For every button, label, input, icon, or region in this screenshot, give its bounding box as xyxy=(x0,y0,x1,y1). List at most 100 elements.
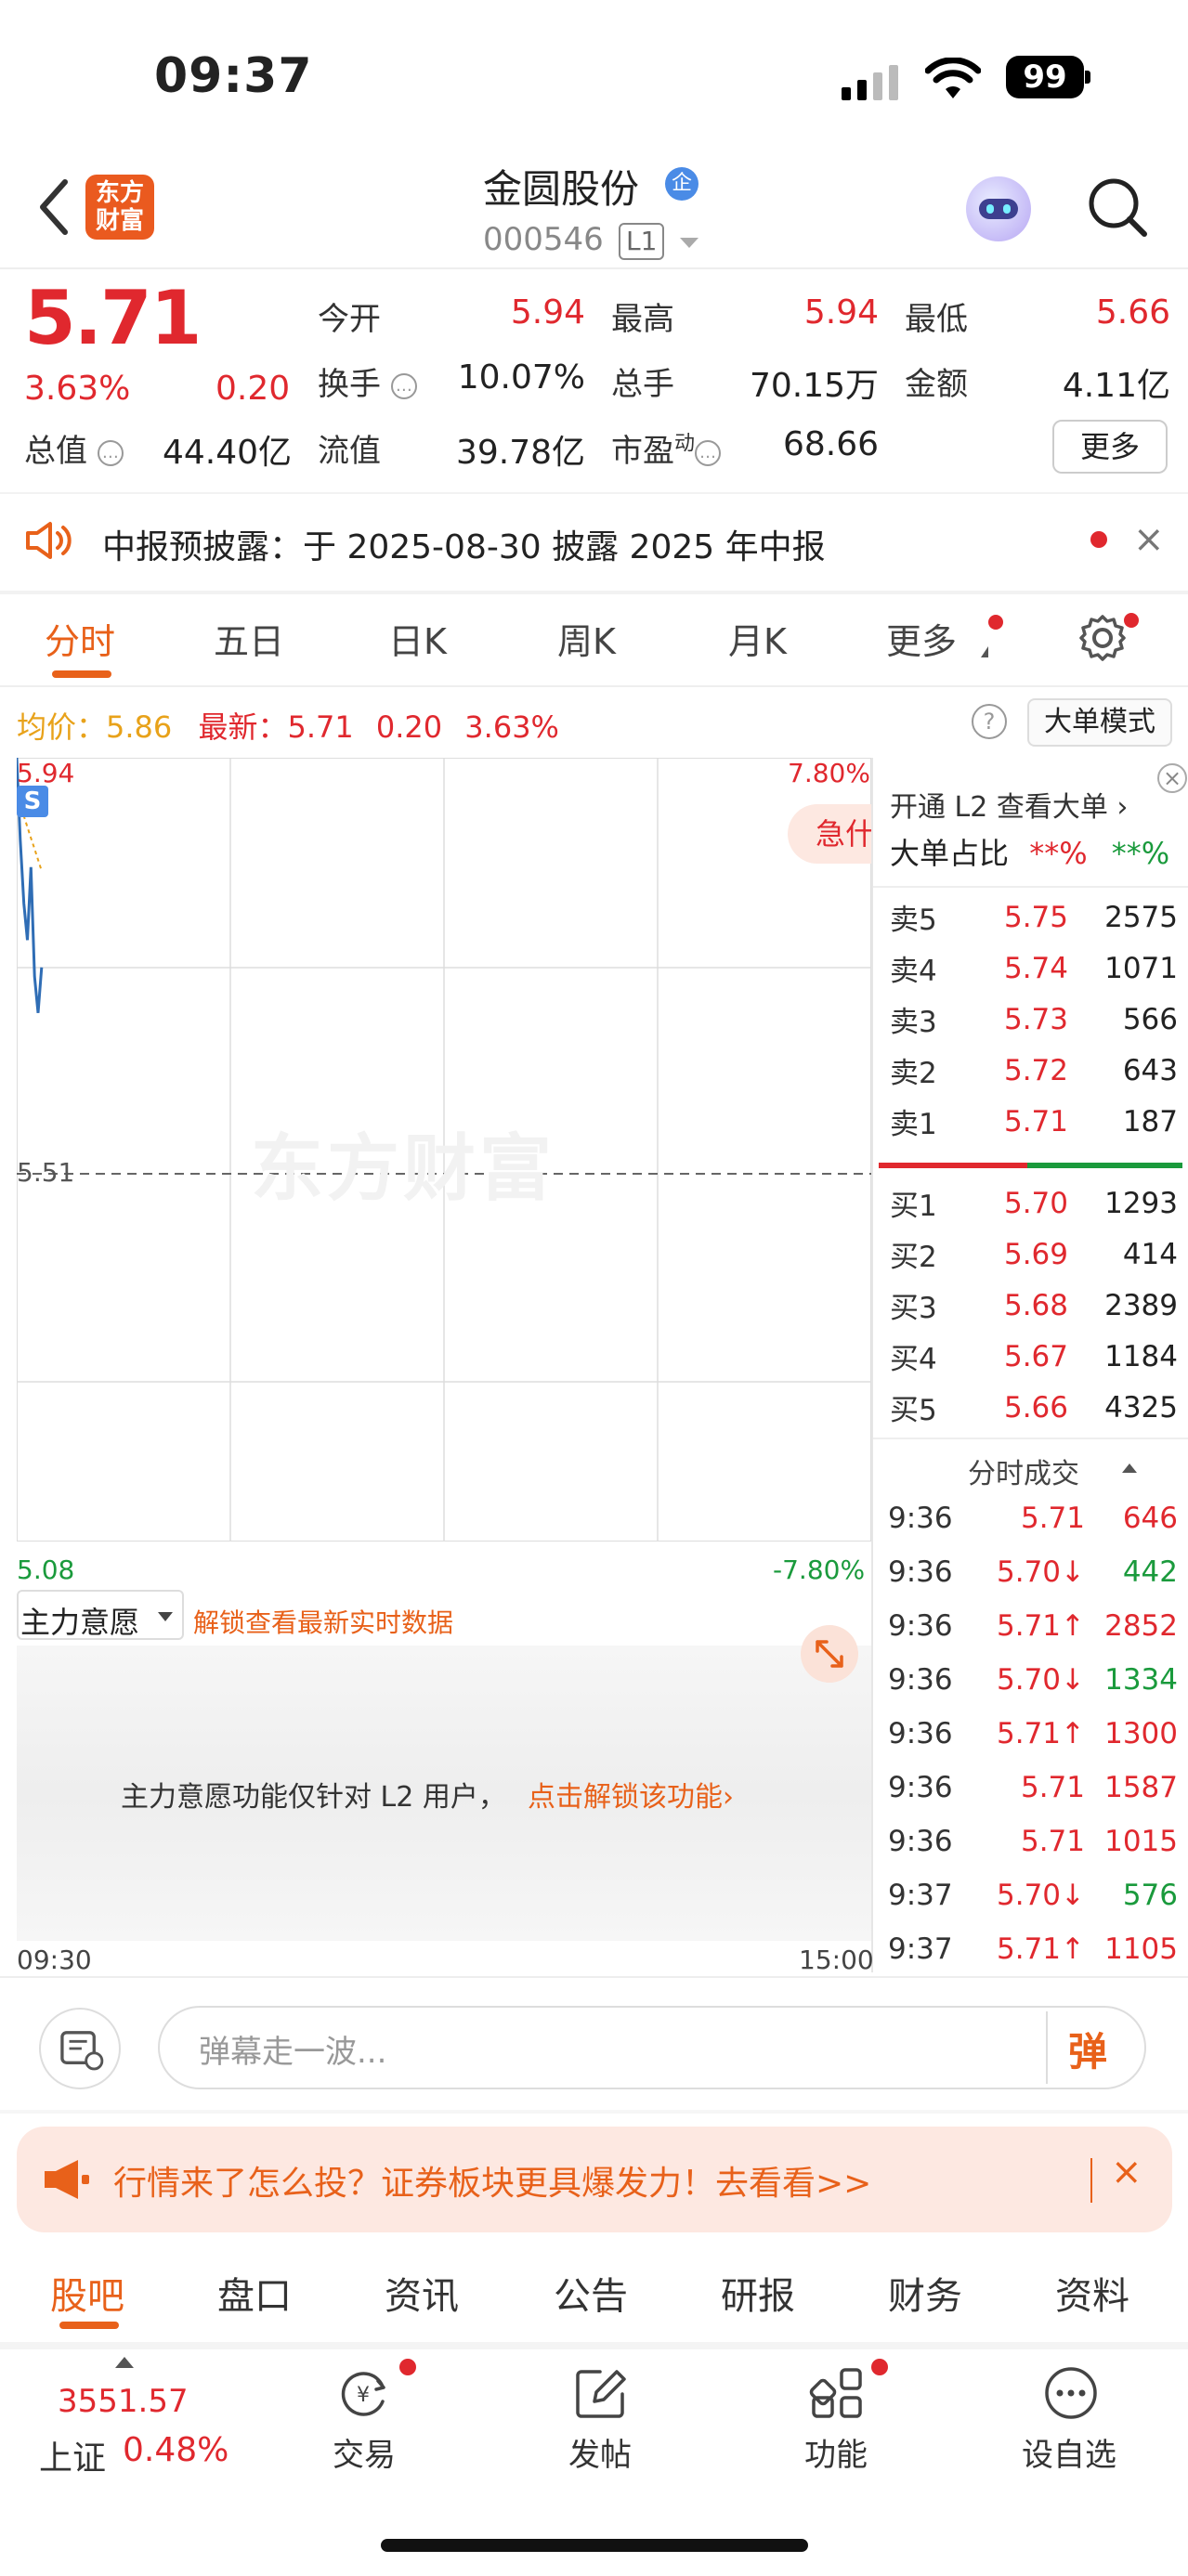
battery-indicator: 99 xyxy=(1006,56,1084,98)
index-value[interactable]: 3551.57 xyxy=(58,2383,189,2420)
ask-row: 卖1 5.71 187 xyxy=(890,1104,1178,1142)
pct-axis-bottom: -7.80% xyxy=(773,1555,866,1585)
big-order-mode-button[interactable]: 大单模式 xyxy=(1027,698,1172,747)
nav-function[interactable]: 功能 xyxy=(804,2429,868,2475)
bid-row: 买5 5.66 4325 xyxy=(890,1390,1178,1428)
ask-row: 卖2 5.72 643 xyxy=(890,1053,1178,1091)
info-icon[interactable]: … xyxy=(390,372,417,399)
tab-monthly-k[interactable]: 月K xyxy=(728,613,787,664)
nav-trade[interactable]: 交易 xyxy=(333,2429,396,2475)
change-percent: 3.63% xyxy=(24,370,131,408)
tab-financials[interactable]: 财务 xyxy=(888,2266,962,2320)
low-label: 最低 xyxy=(905,301,968,338)
index-label[interactable]: 上证 xyxy=(39,2431,106,2479)
tab-research[interactable]: 研报 xyxy=(721,2266,795,2320)
avg-price: 5.86 xyxy=(106,709,173,745)
divider xyxy=(0,2342,1188,2349)
danmaku-settings-icon[interactable] xyxy=(39,2008,121,2089)
function-grid-icon[interactable] xyxy=(808,2364,866,2422)
gear-icon[interactable] xyxy=(1077,613,1128,663)
back-icon[interactable] xyxy=(35,178,72,236)
danmaku-placeholder[interactable]: 弹幕走一波... xyxy=(199,2026,386,2072)
promo-text[interactable]: 行情来了怎么投？证券板块更具爆发力！去看看>> xyxy=(113,2156,871,2205)
tab-weekly-k[interactable]: 周K xyxy=(557,613,616,664)
chevron-up-icon[interactable] xyxy=(115,2357,134,2368)
tab-forum[interactable]: 股吧 xyxy=(50,2266,124,2320)
last-pct: 3.63% xyxy=(464,709,559,745)
edit-post-icon[interactable] xyxy=(572,2364,630,2422)
unread-dot xyxy=(988,615,1003,630)
buy-ratio-bar xyxy=(879,1163,1027,1168)
trade-row: 9:36 5.70↓ 1334 xyxy=(888,1663,1178,1697)
index-percent[interactable]: 0.48% xyxy=(123,2431,228,2469)
main-force-label[interactable]: 主力意愿 xyxy=(20,1599,139,1642)
open-label: 今开 xyxy=(318,301,381,338)
bid-row: 买3 5.68 2389 xyxy=(890,1288,1178,1326)
open-value: 5.94 xyxy=(510,293,585,332)
signal-marker[interactable]: S xyxy=(17,786,48,817)
trade-icon[interactable]: ¥ xyxy=(334,2364,392,2422)
chevron-down-icon[interactable] xyxy=(158,1612,173,1621)
divider xyxy=(873,886,1188,888)
level-badge[interactable]: L1 xyxy=(619,223,665,260)
turnover-label: 换手 … xyxy=(318,358,417,404)
bid-row: 买2 5.69 414 xyxy=(890,1237,1178,1275)
nav-post[interactable]: 发帖 xyxy=(568,2429,632,2475)
danmaku-send-button[interactable]: 弹 xyxy=(1068,2021,1107,2077)
watermark: 东方财富 xyxy=(251,1127,556,1211)
alert-tag[interactable]: 急什 xyxy=(788,804,873,864)
divider xyxy=(1046,2011,1048,2084)
pct-axis-top: 7.80% xyxy=(788,758,870,788)
close-icon[interactable]: × xyxy=(1133,518,1165,561)
expand-icon[interactable] xyxy=(801,1625,858,1683)
price-summary: 均价：5.86 最新：5.71 0.20 3.63% xyxy=(17,704,559,747)
high-value: 5.94 xyxy=(803,293,879,332)
tab-intraday[interactable]: 分时 xyxy=(45,613,115,664)
divider xyxy=(0,1976,1188,1978)
divider xyxy=(1090,2158,1092,2203)
more-dots-icon[interactable] xyxy=(1042,2364,1100,2422)
sell-ratio-bar xyxy=(1027,1163,1182,1168)
big-order-ratio: 大单占比 **% **% xyxy=(890,836,1170,871)
tab-announcements[interactable]: 公告 xyxy=(554,2266,628,2320)
y-axis-top: 5.94 xyxy=(17,758,75,788)
tab-order-book[interactable]: 盘口 xyxy=(217,2266,292,2320)
tab-five-day[interactable]: 五日 xyxy=(214,613,284,664)
ask-row: 卖4 5.74 1071 xyxy=(890,951,1178,989)
trades-header[interactable]: 分时成交 xyxy=(968,1451,1079,1491)
mcap-label: 总值 … xyxy=(24,425,124,471)
pe-value: 68.66 xyxy=(782,425,879,463)
unlock-link[interactable]: 点击解锁该功能› xyxy=(528,1774,734,1815)
more-button[interactable]: 更多 xyxy=(1052,420,1168,474)
svg-text:¥: ¥ xyxy=(357,2384,370,2407)
chevron-up-icon[interactable] xyxy=(1122,1464,1137,1473)
notice-text[interactable]: 中报预披露：于 2025-08-30 披露 2025 年中报 xyxy=(102,520,826,568)
tab-news[interactable]: 资讯 xyxy=(385,2266,459,2320)
help-icon[interactable]: ? xyxy=(972,704,1007,739)
l2-upsell[interactable]: 开通 L2 查看大单 › xyxy=(890,784,1128,825)
close-icon[interactable]: × xyxy=(1111,2151,1142,2193)
tab-daily-k[interactable]: 日K xyxy=(388,613,447,664)
amount-value: 4.11亿 xyxy=(1062,367,1170,405)
signal-icon xyxy=(842,65,898,100)
info-icon[interactable]: … xyxy=(97,439,124,466)
change-amount: 0.20 xyxy=(215,370,291,408)
ai-assistant-icon[interactable] xyxy=(966,176,1031,241)
bid-row: 买4 5.67 1184 xyxy=(890,1339,1178,1377)
tab-profile[interactable]: 资料 xyxy=(1055,2266,1129,2320)
close-icon[interactable]: × xyxy=(1157,763,1187,793)
info-icon[interactable]: … xyxy=(695,439,722,466)
search-icon[interactable] xyxy=(1087,176,1148,238)
unlock-hint[interactable]: 解锁查看最新实时数据 xyxy=(193,1603,453,1640)
y-axis-mid: 5.51 xyxy=(17,1157,75,1188)
stock-name[interactable]: 金圆股份 xyxy=(483,158,639,215)
nav-add-watchlist[interactable]: 设自选 xyxy=(1022,2429,1116,2475)
divider xyxy=(873,1438,1188,1439)
corner-arrow-icon xyxy=(981,646,988,657)
main-force-message: 主力意愿功能仅针对 L2 用户， xyxy=(121,1781,506,1814)
tab-more[interactable]: 更多 xyxy=(886,613,957,664)
avg-price-label: 均价： xyxy=(17,709,107,745)
chevron-down-icon[interactable] xyxy=(680,238,698,248)
home-indicator xyxy=(381,2539,808,2552)
ask-row: 卖3 5.73 566 xyxy=(890,1002,1178,1040)
